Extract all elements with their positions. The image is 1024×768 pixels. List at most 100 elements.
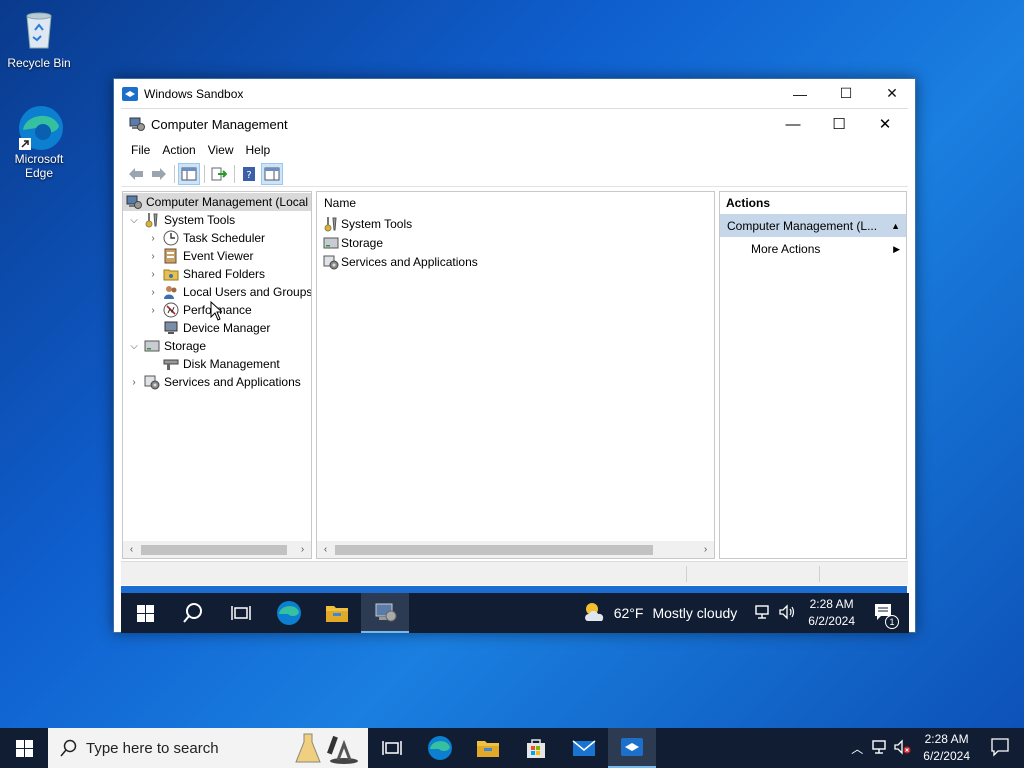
column-header-name[interactable]: Name bbox=[317, 192, 714, 214]
forward-arrow-icon[interactable] bbox=[148, 163, 170, 185]
menu-help[interactable]: Help bbox=[240, 143, 277, 157]
toolbar-separator bbox=[234, 164, 235, 183]
notification-center-icon[interactable]: 1 bbox=[873, 602, 899, 629]
menu-view[interactable]: View bbox=[202, 143, 240, 157]
chevron-right-icon[interactable]: › bbox=[146, 233, 160, 244]
chevron-right-icon[interactable]: › bbox=[127, 377, 141, 388]
weather-temperature[interactable]: 62°F bbox=[614, 605, 644, 621]
chevron-down-icon[interactable]: ⌵ bbox=[127, 341, 141, 352]
chevron-right-icon[interactable]: › bbox=[146, 287, 160, 298]
cm-close-button[interactable]: ✕ bbox=[862, 109, 908, 139]
storage-icon bbox=[323, 235, 339, 251]
muted-volume-icon[interactable] bbox=[893, 738, 911, 758]
actions-pane: Actions Computer Management (L... ▲ More… bbox=[719, 191, 907, 559]
edge-taskbar-icon[interactable] bbox=[265, 593, 313, 633]
submenu-arrow-icon: ▶ bbox=[893, 243, 900, 254]
host-search-box[interactable]: Type here to search bbox=[48, 728, 368, 768]
actions-section-header[interactable]: Computer Management (L... ▲ bbox=[720, 214, 906, 237]
notification-count-badge: 1 bbox=[885, 614, 899, 629]
desktop-icon-recycle-bin[interactable]: Recycle Bin bbox=[1, 8, 77, 70]
host-notification-icon[interactable] bbox=[990, 737, 1010, 760]
tree-item-event-viewer[interactable]: › Event Viewer bbox=[146, 247, 253, 265]
host-windows-sandbox-icon[interactable] bbox=[608, 728, 656, 768]
cm-maximize-button[interactable]: ☐ bbox=[816, 109, 862, 139]
tree-item-performance[interactable]: › Performance bbox=[146, 301, 252, 319]
network-icon[interactable] bbox=[754, 604, 772, 623]
tree-item-disk-management[interactable]: Disk Management bbox=[146, 355, 280, 373]
list-item[interactable]: Storage bbox=[317, 233, 714, 252]
host-start-button[interactable] bbox=[0, 728, 48, 768]
scroll-thumb[interactable] bbox=[141, 545, 287, 555]
menu-file[interactable]: File bbox=[125, 143, 156, 157]
chevron-right-icon[interactable]: › bbox=[146, 251, 160, 262]
list-item[interactable]: Services and Applications bbox=[317, 252, 714, 271]
tree-label: Device Manager bbox=[183, 321, 271, 335]
scroll-thumb[interactable] bbox=[335, 545, 653, 555]
tree-horizontal-scrollbar[interactable]: ‹ › bbox=[123, 541, 311, 558]
weather-cloud-icon[interactable] bbox=[582, 601, 608, 626]
actions-section-label: Computer Management (L... bbox=[727, 218, 878, 233]
file-explorer-icon[interactable] bbox=[313, 593, 361, 633]
cm-minimize-button[interactable]: — bbox=[770, 109, 816, 139]
host-task-view-icon[interactable] bbox=[368, 728, 416, 768]
scroll-left-icon[interactable]: ‹ bbox=[317, 544, 334, 555]
task-view-icon[interactable] bbox=[217, 593, 265, 633]
export-list-icon[interactable] bbox=[208, 163, 230, 185]
start-button[interactable] bbox=[121, 593, 169, 633]
sandbox-minimize-button[interactable]: — bbox=[777, 79, 823, 108]
help-icon[interactable]: ? bbox=[238, 163, 260, 185]
tree-item-task-scheduler[interactable]: › Task Scheduler bbox=[146, 229, 265, 247]
scroll-right-icon[interactable]: › bbox=[697, 544, 714, 555]
tree-label: System Tools bbox=[164, 213, 236, 227]
chevron-right-icon[interactable]: › bbox=[146, 269, 160, 280]
sandbox-close-button[interactable]: ✕ bbox=[869, 79, 915, 108]
more-actions-item[interactable]: More Actions ▶ bbox=[720, 237, 906, 261]
tree-item-shared-folders[interactable]: › Shared Folders bbox=[146, 265, 265, 283]
microsoft-store-icon[interactable] bbox=[512, 728, 560, 768]
tree-item-services-applications[interactable]: › Services and Applications bbox=[127, 373, 301, 391]
show-hide-console-tree-icon[interactable] bbox=[178, 162, 200, 185]
tree-item-device-manager[interactable]: Device Manager bbox=[146, 319, 270, 337]
cm-title: Computer Management bbox=[151, 116, 288, 132]
tree-item-system-tools[interactable]: ⌵ System Tools bbox=[127, 211, 235, 229]
mail-icon[interactable] bbox=[560, 728, 608, 768]
menu-action[interactable]: Action bbox=[156, 143, 201, 157]
sandbox-maximize-button[interactable]: ☐ bbox=[823, 79, 869, 108]
results-horizontal-scrollbar[interactable]: ‹ › bbox=[317, 541, 714, 558]
chevron-right-icon[interactable]: › bbox=[146, 305, 160, 316]
tree-label: Storage bbox=[164, 339, 207, 353]
weather-condition[interactable]: Mostly cloudy bbox=[652, 605, 737, 621]
chevron-down-icon[interactable]: ⌵ bbox=[127, 215, 141, 226]
back-arrow-icon[interactable] bbox=[125, 163, 147, 185]
sandbox-title-bar[interactable]: Windows Sandbox — ☐ ✕ bbox=[114, 79, 915, 108]
collapse-up-icon[interactable]: ▲ bbox=[891, 221, 900, 231]
host-file-explorer-icon[interactable] bbox=[464, 728, 512, 768]
tree-item-local-users-groups[interactable]: › Local Users and Groups bbox=[146, 283, 311, 301]
tree-label: Computer Management (Local bbox=[146, 195, 309, 209]
list-item[interactable]: System Tools bbox=[317, 214, 714, 233]
cm-title-bar[interactable]: Computer Management — ☐ ✕ bbox=[121, 109, 908, 139]
search-icon[interactable] bbox=[169, 593, 217, 633]
host-edge-icon[interactable] bbox=[416, 728, 464, 768]
list-item-label: Storage bbox=[341, 235, 384, 250]
host-clock[interactable]: 2:28 AM 6/2/2024 bbox=[923, 731, 970, 765]
computer-management-taskbar-icon[interactable] bbox=[361, 593, 409, 633]
tree-item-storage[interactable]: ⌵ Storage bbox=[127, 337, 206, 355]
sandbox-clock[interactable]: 2:28 AM 6/2/2024 bbox=[808, 596, 855, 630]
sandbox-title: Windows Sandbox bbox=[144, 86, 244, 101]
toolbar: ? bbox=[121, 161, 908, 187]
sandbox-desktop: Computer Management — ☐ ✕ File Action Vi… bbox=[121, 108, 909, 633]
tree-item-computer-management[interactable]: Computer Management (Local bbox=[123, 193, 311, 211]
computer-management-icon bbox=[126, 194, 142, 210]
show-hide-action-pane-icon[interactable] bbox=[261, 162, 283, 185]
show-hidden-icons-chevron-icon[interactable]: ︿ bbox=[851, 740, 863, 757]
disk-management-icon bbox=[163, 356, 179, 372]
scroll-right-icon[interactable]: › bbox=[294, 544, 311, 555]
shared-folder-icon bbox=[163, 266, 179, 282]
services-applications-icon bbox=[323, 254, 339, 270]
desktop-icon-edge[interactable]: Microsoft Edge bbox=[1, 104, 77, 180]
toolbar-separator bbox=[174, 164, 175, 183]
host-network-icon[interactable] bbox=[871, 739, 889, 758]
scroll-left-icon[interactable]: ‹ bbox=[123, 544, 140, 555]
volume-icon[interactable] bbox=[778, 603, 796, 623]
